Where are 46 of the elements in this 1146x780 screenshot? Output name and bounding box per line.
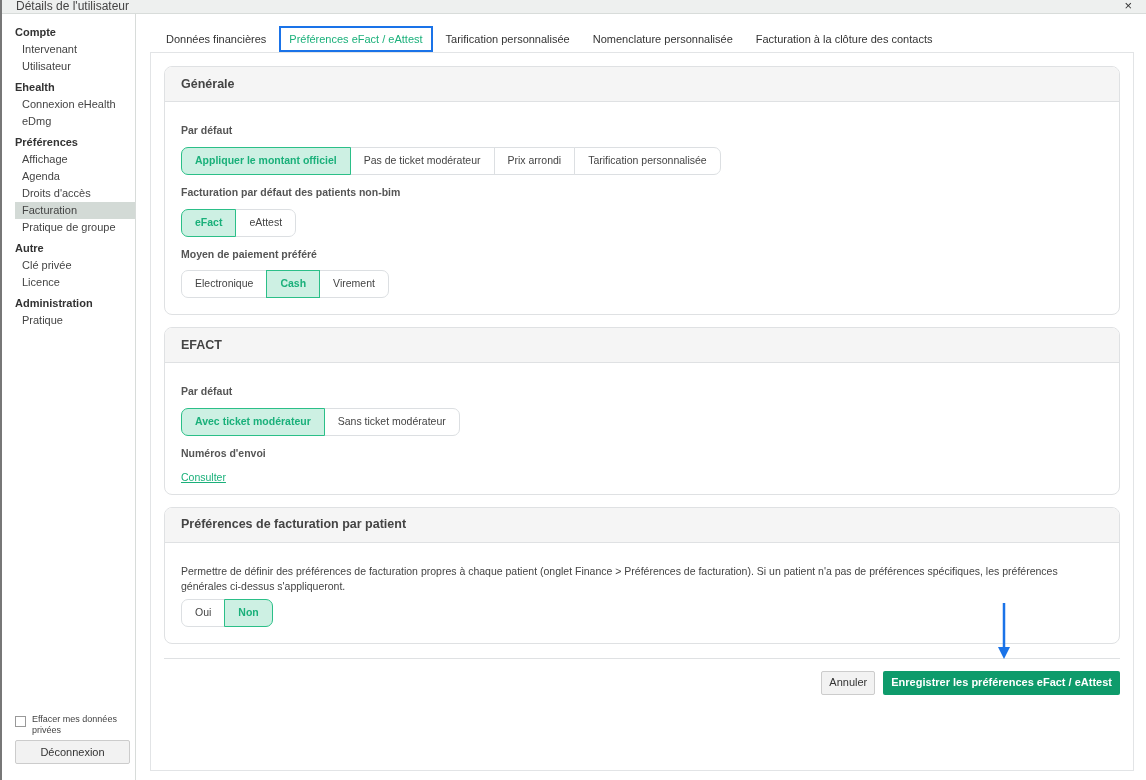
save-button[interactable]: Enregistrer les préférences eFact / eAttest xyxy=(883,670,1120,695)
sidebar-heading: Administration xyxy=(15,296,94,311)
tab[interactable]: Facturation à la clôture des contacts xyxy=(745,26,943,52)
section-title: Préférences de facturation par patient xyxy=(181,516,407,534)
segment-option[interactable]: Virement xyxy=(319,270,389,299)
segment-option[interactable]: Electronique xyxy=(181,270,268,299)
sidebar-item[interactable]: Utilisateur xyxy=(15,58,135,75)
sidebar-heading: Compte xyxy=(15,25,57,40)
tab[interactable]: Tarification personnalisée xyxy=(435,26,580,52)
sidebar-item[interactable]: Intervenant xyxy=(15,41,135,58)
checkbox[interactable] xyxy=(15,716,26,727)
tab[interactable]: Nomenclature personnalisée xyxy=(582,26,743,52)
sidebar-item[interactable]: Licence xyxy=(15,274,135,291)
sidebar-heading: Autre xyxy=(15,241,45,256)
sidebar-item[interactable]: Agenda xyxy=(15,168,135,185)
close-button[interactable]: × xyxy=(1124,0,1132,12)
cancel-button[interactable]: Annuler xyxy=(821,670,876,695)
sidebar-item[interactable]: Pratique xyxy=(15,312,135,329)
segment-option[interactable]: Oui xyxy=(181,598,226,627)
tab[interactable]: Données financières xyxy=(156,26,277,52)
section-title: EFACT xyxy=(181,336,222,354)
field-label: Moyen de paiement préféré xyxy=(181,246,318,262)
sidebar-heading: Préférences xyxy=(15,135,79,150)
field-label: Par défaut xyxy=(181,123,234,138)
segment-option[interactable]: Sans ticket modérateur xyxy=(323,408,460,436)
checkbox-label: Effacer mes données privées xyxy=(32,714,118,736)
down-arrow-icon xyxy=(998,602,1010,659)
sidebar-item[interactable]: Facturation xyxy=(15,202,135,219)
sidebar-item[interactable]: Connexion eHealth xyxy=(15,96,135,113)
sidebar-item[interactable]: Affichage xyxy=(15,151,135,168)
section-title: Générale xyxy=(181,75,235,93)
segment-option[interactable]: Tarification personnalisée xyxy=(574,146,721,175)
logout-button[interactable]: Déconnexion xyxy=(15,740,130,764)
sidebar-item[interactable]: Clé privée xyxy=(15,257,135,274)
sidebar-heading: Ehealth xyxy=(15,80,56,95)
field-label: Par défaut xyxy=(181,384,234,400)
sidebar-item[interactable]: Pratique de groupe xyxy=(15,219,135,236)
sidebar-item[interactable]: Droits d'accès xyxy=(15,185,135,202)
segment-option[interactable]: Prix arrondi xyxy=(493,146,576,175)
segment-option[interactable]: Pas de ticket modérateur xyxy=(349,146,495,175)
window-title: Détails de l'utilisateur xyxy=(16,0,129,12)
sidebar-item[interactable]: eDmg xyxy=(15,113,135,130)
description-text: Permettre de définir des préférences de facturation propres à chaque patient (onglet Finance > Préférences de facturation). Si un patient n'a pas de préférences spécifiques, les préférences générales ci-dessus s'appliqueront. xyxy=(181,563,1059,594)
segment-option[interactable]: eAttest xyxy=(235,208,297,237)
field-label: Facturation par défaut des patients non-bim xyxy=(181,184,402,200)
field-label: Numéros d'envoi xyxy=(181,446,267,461)
